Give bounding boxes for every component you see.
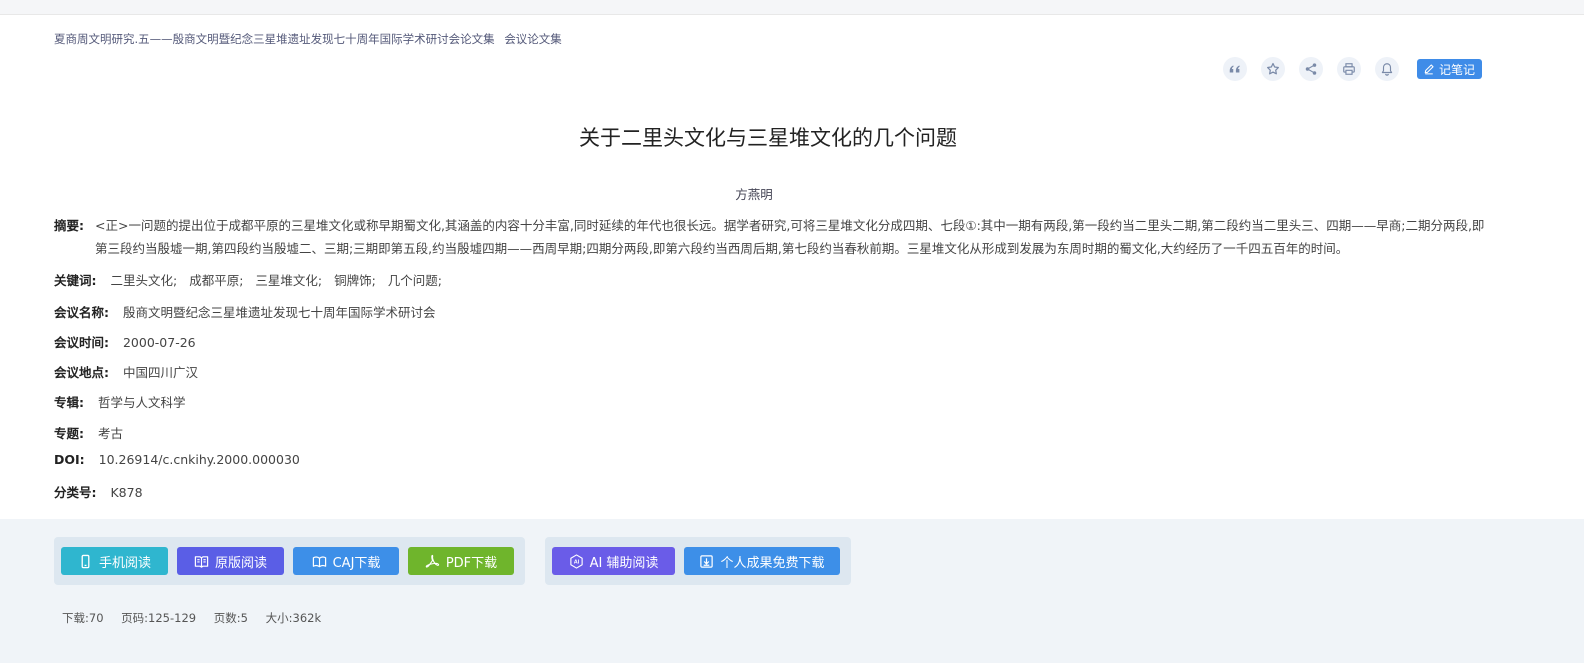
subject-row: 专题: 考古 xyxy=(54,423,123,442)
original-read-label: 原版阅读 xyxy=(214,555,267,571)
subject-value: 考古 xyxy=(97,426,123,441)
free-download-label: 个人成果免费下载 xyxy=(720,555,825,571)
keyword-link[interactable]: 几个问题; xyxy=(388,273,442,288)
mobile-read-label: 手机阅读 xyxy=(98,555,151,571)
conference-time-label: 会议时间: xyxy=(54,335,109,350)
conference-name-value: 殷商文明暨纪念三星堆遗址发现七十周年国际学术研讨会 xyxy=(122,305,436,320)
conference-place-value: 中国四川广汉 xyxy=(122,365,198,380)
keyword-link[interactable]: 成都平原; xyxy=(189,273,243,288)
ai-icon: AI xyxy=(569,553,583,569)
keyword-link[interactable]: 三星堆文化; xyxy=(255,273,322,288)
conference-time-value: 2000-07-26 xyxy=(122,335,196,350)
author-link[interactable]: 方燕明 xyxy=(0,184,1508,203)
print-icon xyxy=(1343,63,1355,75)
article-stats: 下载:70 页码:125-129 页数:5 大小:362k xyxy=(62,610,335,626)
page-range: 页码:125-129 xyxy=(121,611,197,625)
conference-name-label: 会议名称: xyxy=(54,305,109,320)
quote-icon xyxy=(1229,65,1240,73)
keyword-link[interactable]: 铜牌饰; xyxy=(334,273,376,288)
quote-button[interactable] xyxy=(1222,57,1247,81)
pdf-icon xyxy=(425,554,439,568)
book-icon xyxy=(312,555,326,567)
action-panel: 手机阅读 原版阅读 CAJ下载 PDF下载 AI AI 辅助阅读 个人成果免费下… xyxy=(0,519,1584,663)
keyword-link[interactable]: 二里头文化; xyxy=(110,273,177,288)
read-download-group: 手机阅读 原版阅读 CAJ下载 PDF下载 xyxy=(54,537,525,585)
conference-time-row: 会议时间: 2000-07-26 xyxy=(54,332,196,351)
star-icon xyxy=(1267,62,1279,75)
bell-icon xyxy=(1381,63,1393,76)
classno-row: 分类号: K878 xyxy=(54,482,143,501)
article-toolbar: 记笔记 xyxy=(1222,57,1482,81)
favorite-button[interactable] xyxy=(1260,57,1285,81)
abstract-label: 摘要: xyxy=(54,218,84,233)
breadcrumb-source-link[interactable]: 夏商周文明研究.五——殷商文明暨纪念三星堆遗址发现七十周年国际学术研讨会论文集 xyxy=(54,32,495,46)
print-button[interactable] xyxy=(1336,57,1361,81)
article-title: 关于二里头文化与三星堆文化的几个问题 xyxy=(579,126,957,150)
open-book-icon xyxy=(194,555,209,568)
conference-place-label: 会议地点: xyxy=(54,365,109,380)
doi-row: DOI: 10.26914/c.cnkihy.2000.000030 xyxy=(54,452,300,467)
take-notes-button[interactable]: 记笔记 xyxy=(1416,59,1482,79)
file-size: 大小:362k xyxy=(265,611,322,625)
abstract: 摘要: <正>一问题的提出位于成都平原的三星堆文化或称早期蜀文化,其涵盖的内容十… xyxy=(54,215,1486,260)
top-bar xyxy=(0,0,1584,15)
series-row: 专辑: 哲学与人文科学 xyxy=(54,392,186,411)
share-button[interactable] xyxy=(1298,57,1323,81)
ai-read-label: AI 辅助阅读 xyxy=(589,555,659,571)
doi-value: 10.26914/c.cnkihy.2000.000030 xyxy=(98,452,300,467)
download-count: 下载:70 xyxy=(62,611,104,625)
share-icon xyxy=(1305,63,1317,75)
series-label: 专辑: xyxy=(54,395,84,410)
take-notes-label: 记笔记 xyxy=(1438,62,1475,77)
caj-download-button[interactable]: CAJ下载 xyxy=(293,547,399,575)
ai-download-group: AI AI 辅助阅读 个人成果免费下载 xyxy=(545,537,851,585)
mobile-phone-icon xyxy=(81,554,90,568)
download-icon xyxy=(700,554,714,568)
doi-label: DOI: xyxy=(54,452,85,467)
subject-label: 专题: xyxy=(54,426,84,441)
keywords-row: 关键词: 二里头文化; 成都平原; 三星堆文化; 铜牌饰; 几个问题; xyxy=(54,270,450,289)
conference-name-row: 会议名称: 殷商文明暨纪念三星堆遗址发现七十周年国际学术研讨会 xyxy=(54,302,436,321)
page-count: 页数:5 xyxy=(213,611,248,625)
series-value: 哲学与人文科学 xyxy=(97,395,186,410)
svg-text:AI: AI xyxy=(573,559,579,565)
abstract-text: <正>一问题的提出位于成都平原的三星堆文化或称早期蜀文化,其涵盖的内容十分丰富,… xyxy=(95,218,1485,256)
classno-label: 分类号: xyxy=(54,485,97,500)
pdf-download-button[interactable]: PDF下载 xyxy=(408,547,514,575)
subscribe-button[interactable] xyxy=(1374,57,1399,81)
breadcrumb-type: 会议论文集 xyxy=(504,32,562,46)
pencil-icon xyxy=(1424,64,1434,75)
pdf-download-label: PDF下载 xyxy=(445,555,498,571)
breadcrumb: 夏商周文明研究.五——殷商文明暨纪念三星堆遗址发现七十周年国际学术研讨会论文集 … xyxy=(54,31,562,47)
ai-read-button[interactable]: AI AI 辅助阅读 xyxy=(552,547,675,575)
keywords-label: 关键词: xyxy=(54,273,97,288)
conference-place-row: 会议地点: 中国四川广汉 xyxy=(54,362,198,381)
original-read-button[interactable]: 原版阅读 xyxy=(177,547,284,575)
free-download-button[interactable]: 个人成果免费下载 xyxy=(684,547,840,575)
classno-value: K878 xyxy=(110,485,143,500)
mobile-read-button[interactable]: 手机阅读 xyxy=(61,547,168,575)
caj-download-label: CAJ下载 xyxy=(332,555,381,571)
